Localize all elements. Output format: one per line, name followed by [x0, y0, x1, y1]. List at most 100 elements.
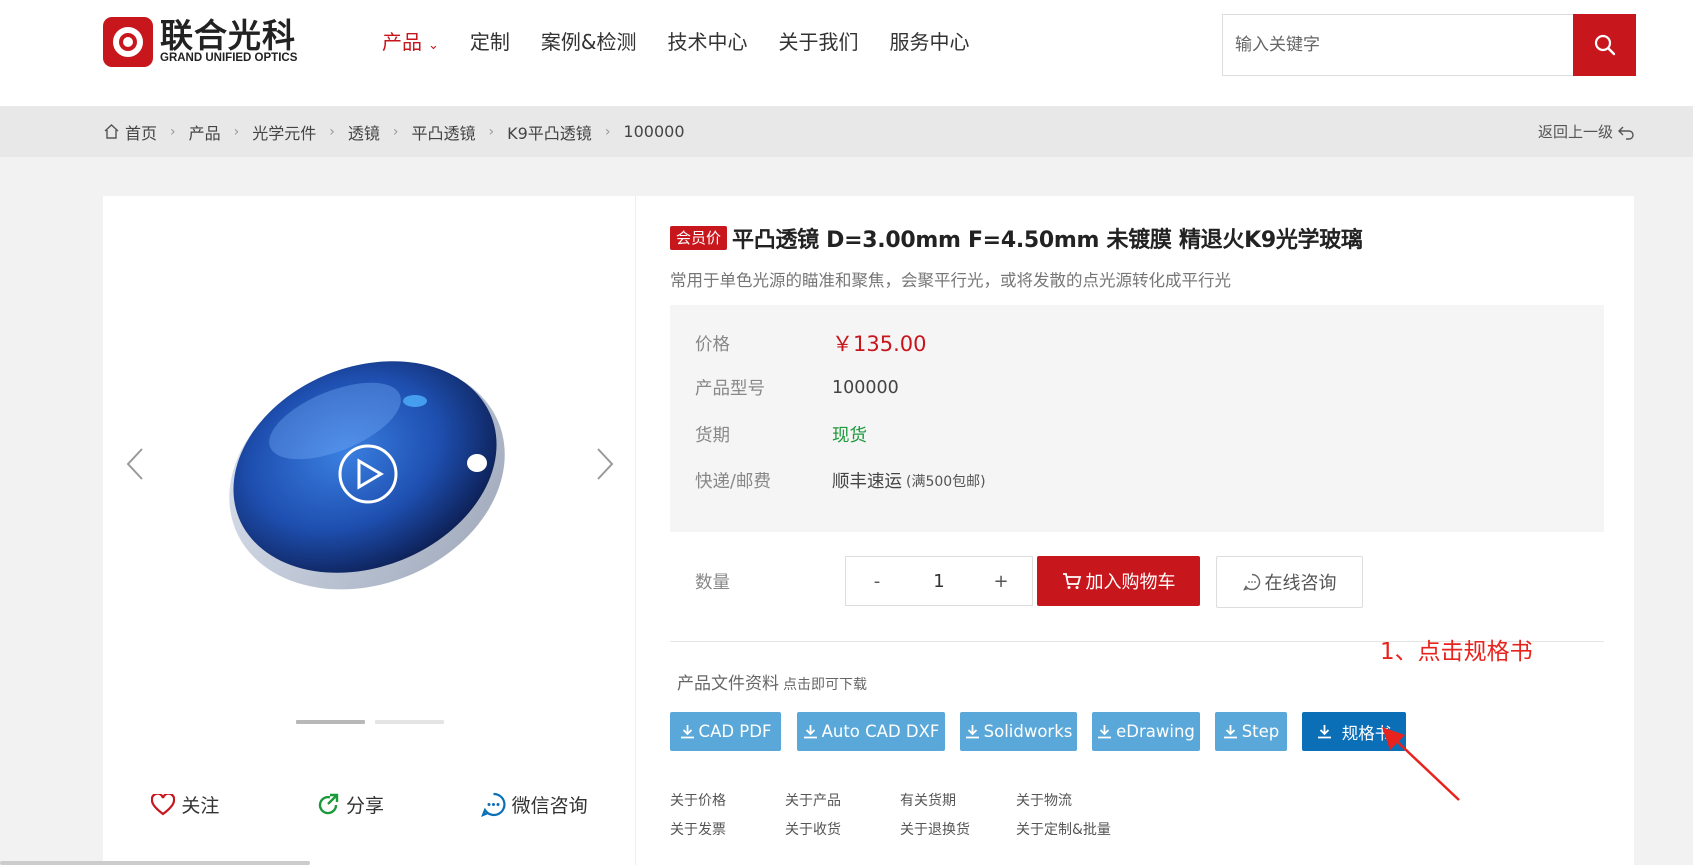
carousel-dot[interactable] — [375, 720, 444, 724]
docs-title-text: 产品文件资料 — [677, 674, 779, 694]
brand-name-cn: 联合光科 — [160, 16, 296, 56]
share-button[interactable]: 分享 — [316, 791, 384, 818]
add-to-cart-button[interactable]: 加入购物车 — [1037, 556, 1200, 606]
download-label: Auto CAD DXF — [821, 722, 940, 741]
back-label: 返回上一级 — [1537, 123, 1613, 141]
logo-mark-icon — [103, 17, 153, 67]
back-link[interactable]: 返回上一级 — [1538, 106, 1635, 157]
faq-link-price[interactable]: 关于价格 — [670, 790, 726, 810]
download-label: Solidworks — [983, 722, 1073, 741]
price-row: 价格 ￥135.00 — [695, 328, 926, 358]
chat-bubble-icon — [480, 792, 506, 817]
search-box — [1222, 14, 1636, 76]
breadcrumb-bar: 首页 › 产品 › 光学元件 › 透镜 › 平凸透镜 › K9平凸透镜 › 100000 返… — [0, 106, 1693, 157]
download-icon — [1317, 725, 1331, 739]
search-icon — [1594, 34, 1615, 56]
breadcrumb: 首页 › 产品 › 光学元件 › 透镜 › 平凸透镜 › K9平凸透镜 › 100000 — [103, 106, 685, 157]
chevron-down-icon: ⌄ — [428, 38, 439, 53]
share-icon — [318, 793, 339, 814]
download-cad-pdf-button[interactable]: CAD PDF — [670, 712, 781, 751]
product-image[interactable] — [215, 341, 525, 591]
shipping-label: 快递/邮费 — [695, 472, 771, 492]
breadcrumb-home[interactable]: 首页 — [125, 120, 157, 144]
faq-link-product[interactable]: 关于产品 — [785, 790, 841, 810]
share-label: 分享 — [345, 795, 384, 817]
annotation-text: 1、点击规格书 — [1380, 639, 1533, 665]
shipping-note: (满500包邮) — [906, 473, 986, 490]
download-solidworks-button[interactable]: Solidworks — [960, 712, 1077, 751]
quantity-minus-button[interactable]: - — [846, 571, 908, 592]
delivery-value: 现货 — [832, 426, 867, 446]
product-title: 会员价 平凸透镜 D=3.00mm F=4.50mm 未镀膜 精退火K9光学玻璃 — [670, 222, 1363, 254]
quantity-row: 数量 - 1 + — [695, 556, 1033, 606]
breadcrumb-lens[interactable]: 透镜 — [348, 120, 380, 144]
nav-item-about[interactable]: 关于我们 — [779, 28, 859, 60]
horizontal-scrollbar[interactable] — [0, 861, 310, 865]
nav-item-tech[interactable]: 技术中心 — [668, 28, 748, 60]
product-title-text: 平凸透镜 D=3.00mm F=4.50mm 未镀膜 精退火K9光学玻璃 — [732, 228, 1363, 253]
chat-icon — [1242, 573, 1260, 591]
breadcrumb-plano-convex[interactable]: 平凸透镜 — [412, 120, 476, 144]
cart-icon — [1062, 573, 1081, 589]
product-spec-box: 价格 ￥135.00 产品型号 100000 货期 现货 快递/邮费 顺丰速运 … — [670, 305, 1604, 532]
nav-item-service[interactable]: 服务中心 — [890, 28, 970, 60]
faq-link-logistics[interactable]: 关于物流 — [1016, 790, 1072, 810]
model-value: 100000 — [832, 377, 899, 398]
heart-icon — [151, 793, 176, 815]
faq-link-delivery[interactable]: 有关货期 — [900, 790, 956, 810]
faq-link-custom[interactable]: 关于定制&批量 — [1016, 819, 1111, 839]
nav-item-custom[interactable]: 定制 — [470, 28, 510, 60]
download-icon — [1223, 725, 1237, 739]
home-icon — [104, 124, 119, 139]
search-button[interactable] — [1573, 14, 1636, 76]
carousel-dot[interactable] — [296, 720, 365, 724]
delivery-row: 货期 现货 — [695, 422, 867, 447]
carousel-dots — [296, 720, 454, 724]
breadcrumb-optics[interactable]: 光学元件 — [252, 120, 316, 144]
nav-item-products[interactable]: 产品 ⌄ — [382, 28, 439, 60]
nav-item-cases[interactable]: 案例&检测 — [541, 28, 637, 60]
nav-label: 产品 — [382, 30, 422, 54]
download-label: Step — [1241, 722, 1280, 741]
faq-link-returns[interactable]: 关于退换货 — [900, 819, 970, 839]
chevron-right-icon: › — [233, 123, 240, 140]
main-nav: 产品 ⌄ 定制 案例&检测 技术中心 关于我们 服务中心 — [382, 28, 1001, 60]
download-label: CAD PDF — [698, 722, 772, 741]
breadcrumb-k9[interactable]: K9平凸透镜 — [507, 120, 592, 144]
faq-link-receipt[interactable]: 关于收货 — [785, 819, 841, 839]
carousel-prev-icon[interactable] — [125, 446, 145, 482]
download-step-button[interactable]: Step — [1215, 712, 1287, 751]
return-icon — [1618, 126, 1634, 140]
wechat-consult-button[interactable]: 微信咨询 — [480, 791, 588, 818]
search-input[interactable] — [1223, 15, 1573, 75]
delivery-label: 货期 — [695, 426, 730, 446]
quantity-plus-button[interactable]: + — [970, 571, 1032, 592]
download-icon — [680, 725, 694, 739]
gallery-actions: 关注 分享 微信咨询 — [103, 791, 636, 818]
brand-name-en: GRAND UNIFIED OPTICS — [160, 52, 298, 65]
online-consult-button[interactable]: 在线咨询 — [1216, 556, 1363, 608]
download-label: eDrawing — [1116, 722, 1195, 741]
faq-link-invoice[interactable]: 关于发票 — [670, 819, 726, 839]
breadcrumb-current: 100000 — [623, 122, 685, 141]
site-header: 联合光科 GRAND UNIFIED OPTICS 产品 ⌄ 定制 案例&检测 技… — [0, 0, 1693, 106]
download-dxf-button[interactable]: Auto CAD DXF — [797, 712, 945, 751]
follow-button[interactable]: 关注 — [151, 791, 219, 818]
member-price-badge: 会员价 — [670, 226, 728, 250]
download-icon — [965, 725, 979, 739]
docs-title: 产品文件资料 点击即可下载 — [677, 669, 867, 694]
wechat-consult-label: 微信咨询 — [511, 795, 588, 817]
breadcrumb-products[interactable]: 产品 — [189, 120, 221, 144]
annotation-arrow — [1382, 727, 1460, 801]
download-edrawing-button[interactable]: eDrawing — [1092, 712, 1200, 751]
quantity-input[interactable]: 1 — [908, 571, 970, 592]
chevron-right-icon: › — [170, 123, 176, 140]
download-icon — [803, 725, 817, 739]
brand-logo[interactable]: 联合光科 GRAND UNIFIED OPTICS — [103, 17, 297, 67]
shipping-value: 顺丰速运 — [832, 472, 902, 492]
shipping-row: 快递/邮费 顺丰速运 (满500包邮) — [695, 468, 986, 493]
follow-label: 关注 — [181, 795, 220, 817]
chevron-right-icon: › — [392, 123, 399, 140]
carousel-next-icon[interactable] — [595, 446, 615, 482]
quantity-stepper: - 1 + — [845, 556, 1033, 606]
